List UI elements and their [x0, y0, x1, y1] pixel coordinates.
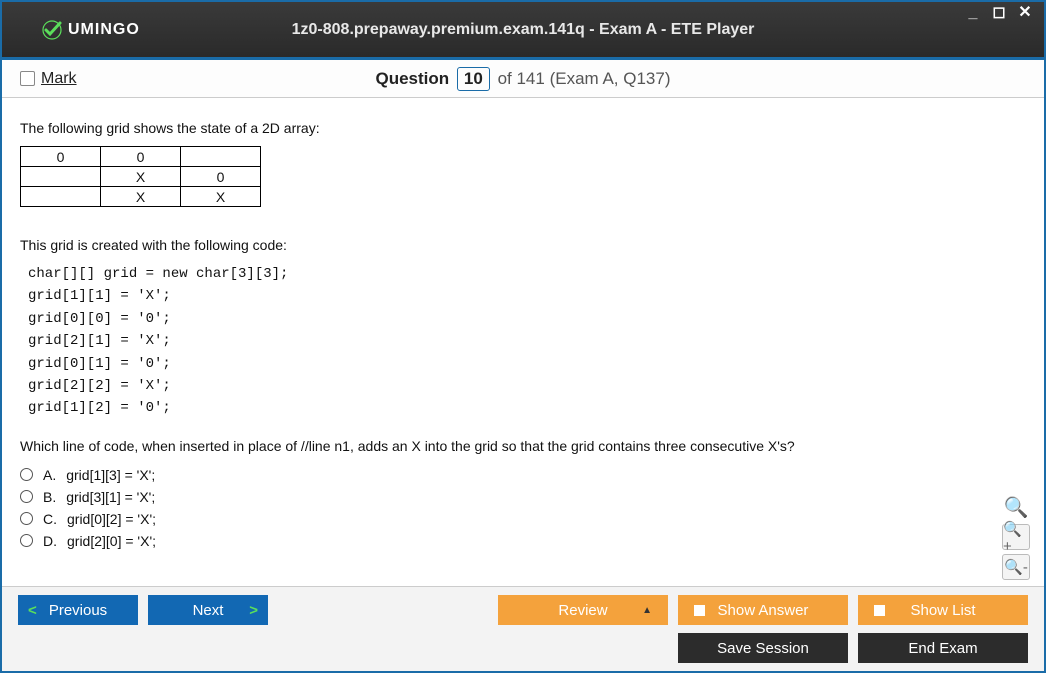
show-list-button[interactable]: Show List	[858, 595, 1028, 625]
mark-label: Mark	[41, 70, 77, 88]
zoom-tools: 🔍 🔍+ 🔍-	[1002, 494, 1030, 580]
options-list: A. grid[1][3] = 'X'; B. grid[3][1] = 'X'…	[20, 464, 1026, 552]
question-prompt: Which line of code, when inserted in pla…	[20, 438, 1026, 454]
question-exam-ref: (Exam A, Q137)	[550, 69, 671, 88]
chevron-right-icon: >	[249, 602, 258, 619]
window-controls: _ ◻ ✕	[964, 4, 1034, 22]
previous-button[interactable]: < Previous	[18, 595, 138, 625]
chevron-left-icon: <	[28, 602, 37, 619]
close-icon[interactable]: ✕	[1016, 4, 1034, 22]
minimize-icon[interactable]: _	[964, 4, 982, 22]
radio-icon[interactable]	[20, 490, 33, 503]
zoom-in-button[interactable]: 🔍+	[1002, 524, 1030, 550]
footer: < Previous Next > Review ▲ Show Answer S…	[2, 586, 1044, 671]
square-icon	[874, 605, 885, 616]
radio-icon[interactable]	[20, 512, 33, 525]
option-c[interactable]: C. grid[0][2] = 'X';	[20, 508, 1026, 530]
question-intro: The following grid shows the state of a …	[20, 120, 1026, 136]
question-number: 10	[457, 67, 490, 91]
zoom-out-button[interactable]: 🔍-	[1002, 554, 1030, 580]
mark-checkbox[interactable]	[20, 71, 35, 86]
show-answer-button[interactable]: Show Answer	[678, 595, 848, 625]
title-bar: UMINGO 1z0-808.prepaway.premium.exam.141…	[2, 2, 1044, 60]
option-b[interactable]: B. grid[3][1] = 'X';	[20, 486, 1026, 508]
question-content[interactable]: The following grid shows the state of a …	[2, 98, 1044, 586]
save-session-button[interactable]: Save Session	[678, 633, 848, 663]
maximize-icon[interactable]: ◻	[990, 4, 1008, 22]
code-block: char[][] grid = new char[3][3]; grid[1][…	[28, 263, 1026, 420]
logo-checkmark-icon	[40, 18, 64, 42]
square-icon	[694, 605, 705, 616]
question-total: of 141	[498, 69, 545, 88]
option-a[interactable]: A. grid[1][3] = 'X';	[20, 464, 1026, 486]
state-grid: 00 X0 XX	[20, 146, 261, 207]
window-title: 1z0-808.prepaway.premium.exam.141q - Exa…	[2, 21, 1044, 39]
radio-icon[interactable]	[20, 534, 33, 547]
option-d[interactable]: D. grid[2][0] = 'X';	[20, 530, 1026, 552]
question-header: Mark Question 10 of 141 (Exam A, Q137)	[2, 60, 1044, 98]
app-logo: UMINGO	[2, 18, 140, 42]
question-meta: Question 10 of 141 (Exam A, Q137)	[2, 67, 1044, 91]
question-word: Question	[376, 69, 450, 88]
brand-text: UMINGO	[68, 21, 140, 39]
end-exam-button[interactable]: End Exam	[858, 633, 1028, 663]
radio-icon[interactable]	[20, 468, 33, 481]
app-window: UMINGO 1z0-808.prepaway.premium.exam.141…	[0, 0, 1046, 673]
next-button[interactable]: Next >	[148, 595, 268, 625]
code-intro: This grid is created with the following …	[20, 237, 1026, 253]
magnifier-icon[interactable]: 🔍	[1002, 494, 1030, 520]
triangle-up-icon: ▲	[642, 605, 652, 616]
review-button[interactable]: Review ▲	[498, 595, 668, 625]
mark-toggle[interactable]: Mark	[2, 70, 77, 88]
